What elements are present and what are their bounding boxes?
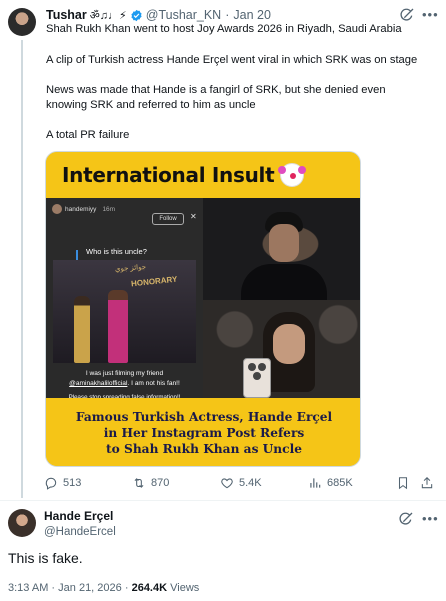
tweet-metadata: 3:13 AM · Jan 21, 2026 · 264.4K Views (8, 582, 199, 594)
views-count: 685K (327, 477, 353, 489)
srk-photo (203, 198, 360, 300)
reply-button[interactable]: 513 (44, 476, 81, 490)
author-handle[interactable]: @Tushar_KN (146, 8, 221, 22)
banner-title: International Insult (62, 163, 275, 187)
clown-emoji-icon (278, 163, 305, 187)
bookmark-icon (398, 477, 408, 490)
author-name[interactable]: Hande Erçel (44, 509, 113, 523)
person-figure-1 (74, 296, 90, 363)
author-name[interactable]: Tushar (46, 8, 87, 22)
reply-icon (45, 477, 57, 490)
more-icon[interactable]: ••• (422, 7, 439, 22)
story-caption-line: I was just filming my friend (85, 370, 164, 377)
tweet-image[interactable]: International Insult handemiyy 16m Follo… (45, 151, 361, 467)
meta-separator: · (124, 582, 129, 594)
share-button[interactable] (420, 476, 439, 490)
tweet-text: This is fake. (8, 550, 83, 566)
tweet-date[interactable]: Jan 20 (233, 8, 271, 22)
tweet-text-line: News was made that Hande is a fangirl of… (46, 84, 386, 111)
like-button[interactable]: 5.4K (220, 476, 262, 490)
image-caption-line: to Shah Rukh Khan as Uncle (106, 442, 302, 456)
thread-line (21, 40, 23, 498)
tweet-text-line: Shah Rukh Khan went to host Joy Awards 2… (46, 23, 402, 35)
stage-photo: جوائز جوي HONORARY (53, 260, 196, 363)
verified-badge-icon (131, 9, 142, 21)
person-figure-2 (108, 290, 128, 363)
tweet-text-line: A total PR failure (46, 129, 130, 141)
photo-detail (269, 224, 299, 262)
image-caption-line: Famous Turkish Actress, Hande Erçel (75, 410, 333, 424)
story-avatar (52, 204, 62, 214)
story-time: 16m (102, 205, 116, 213)
avatar[interactable] (8, 509, 36, 537)
views-label: Views (170, 582, 200, 594)
repost-button[interactable]: 870 (132, 476, 169, 490)
image-banner: International Insult (46, 152, 360, 198)
like-count: 5.4K (239, 477, 262, 489)
tweet-actions: 513 870 5.4K 685K (44, 476, 439, 492)
story-mention: @aminakhalilofficial (69, 380, 128, 387)
meta-separator: · (51, 582, 56, 594)
tweet-text-line: A clip of Turkish actress Hande Erçel we… (46, 54, 418, 66)
tweet-date[interactable]: Jan 21, 2026 (58, 582, 122, 594)
stage-script-text: جوائز جوي (114, 263, 147, 274)
repost-count: 870 (151, 477, 170, 489)
more-icon[interactable]: ••• (422, 511, 439, 526)
like-icon (221, 478, 233, 489)
story-question: Who is this uncle? (86, 247, 147, 256)
grok-icon[interactable] (398, 511, 414, 527)
avatar[interactable] (8, 8, 36, 36)
stage-sign: HONORARY (130, 274, 178, 289)
story-username: handemiyy (65, 205, 97, 213)
story-header: handemiyy 16m (52, 204, 115, 214)
author-name-decoration: ॐ♫♩⚡ (89, 9, 127, 22)
share-icon (421, 477, 433, 489)
tweet-time[interactable]: 3:13 AM (8, 582, 48, 594)
views-button[interactable]: 685K (308, 476, 353, 490)
story-caption-tail: . I am not his fan!! (127, 380, 180, 387)
instagram-story-screenshot: handemiyy 16m Follow ✕ Who is this uncle… (46, 198, 203, 401)
reply-count: 513 (63, 477, 82, 489)
views-icon (310, 478, 321, 488)
photo-detail (273, 324, 305, 364)
photo-detail (241, 264, 327, 300)
repost-icon (134, 478, 144, 488)
author-handle[interactable]: @HandeErcel (44, 526, 116, 538)
hande-photo (203, 300, 360, 398)
date-separator: · (225, 8, 230, 22)
divider (0, 500, 446, 501)
phone-icon (243, 358, 271, 398)
views-count: 264.4K (131, 582, 168, 594)
image-caption-panel: Famous Turkish Actress, Hande Erçel in H… (46, 398, 360, 466)
tweet-header: Tushar ॐ♫♩⚡ @Tushar_KN · Jan 20 (46, 7, 271, 23)
grok-icon[interactable] (399, 7, 415, 23)
story-close-icon: ✕ (190, 212, 197, 221)
image-caption-line: in Her Instagram Post Refers (103, 426, 305, 440)
story-follow-button: Follow (152, 213, 184, 225)
story-caption-line: @aminakhalilofficial. I am not his fan!! (46, 379, 203, 389)
bookmark-button[interactable] (396, 476, 415, 490)
parent-tweet[interactable]: Tushar ॐ♫♩⚡ @Tushar_KN · Jan 20 ••• Shah… (0, 0, 446, 500)
